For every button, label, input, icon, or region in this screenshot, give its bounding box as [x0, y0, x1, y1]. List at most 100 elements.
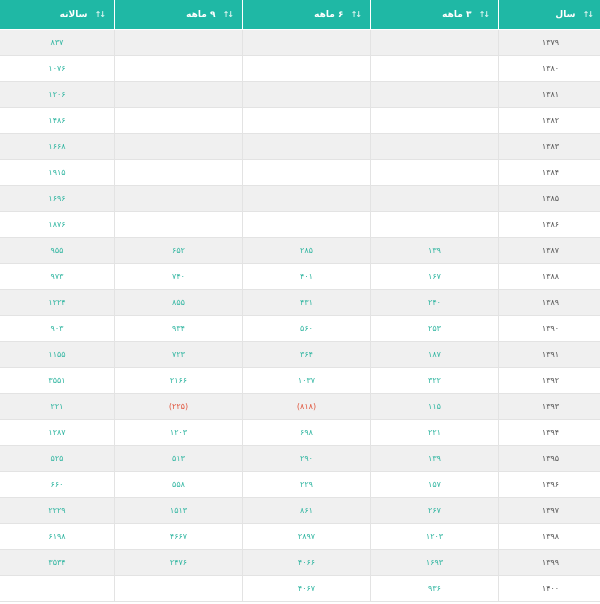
value-9-month-cell: ۲۴۷۶ — [114, 550, 242, 576]
value-3-month-cell — [370, 186, 498, 212]
value-6-month-cell: ۴۳۱ — [242, 290, 370, 316]
value-annual-cell: ۶۶۰ — [0, 472, 114, 498]
table-row: ۱۴۰۰ ۹۳۶ ۴۰۶۷ — [0, 576, 600, 602]
table-row: ۱۳۸۶ ۱۸۷۶ — [0, 212, 600, 238]
year-cell: ۱۳۸۳ — [498, 134, 600, 160]
column-header-9-month[interactable]: ↓↑ ۹ ماهه — [114, 0, 242, 30]
value-3-month-cell: ۱۵۷ — [370, 472, 498, 498]
value-annual-cell: ۱۲۸۷ — [0, 420, 114, 446]
data-table: ↓↑ سال ↓↑ ۳ ماهه ↓↑ ۶ ماهه ↓↑ ۹ ماهه ↓↑ … — [0, 0, 600, 602]
table-row: ۱۳۸۵ ۱۶۹۶ — [0, 186, 600, 212]
value-6-month-cell: ۵۶۰ — [242, 316, 370, 342]
column-header-6-month[interactable]: ↓↑ ۶ ماهه — [242, 0, 370, 30]
column-header-3-month[interactable]: ↓↑ ۳ ماهه — [370, 0, 498, 30]
value-annual-cell: ۹۷۳ — [0, 264, 114, 290]
table-row: ۱۳۹۷ ۲۶۷ ۸۶۱ ۱۵۱۳ ۲۲۲۹ — [0, 498, 600, 524]
value-annual-cell: ۱۶۶۸ — [0, 134, 114, 160]
year-cell: ۱۳۷۹ — [498, 30, 600, 56]
sort-icon[interactable]: ↓↑ — [95, 10, 106, 19]
value-6-month-cell — [242, 108, 370, 134]
value-9-month-cell — [114, 576, 242, 602]
sort-icon[interactable]: ↓↑ — [583, 10, 594, 19]
value-3-month-cell — [370, 30, 498, 56]
column-label-6-month: ۶ ماهه — [314, 9, 344, 20]
table-row: ۱۳۹۱ ۱۸۷ ۳۶۴ ۷۲۳ ۱۱۵۵ — [0, 342, 600, 368]
column-label-annual: سالانه — [59, 9, 88, 20]
value-6-month-cell — [242, 134, 370, 160]
value-annual-cell: ۲۲۲۹ — [0, 498, 114, 524]
column-header-year[interactable]: ↓↑ سال — [498, 0, 600, 30]
sort-icon[interactable]: ↓↑ — [479, 10, 490, 19]
sort-icon[interactable]: ↓↑ — [351, 10, 362, 19]
value-9-month-cell — [114, 82, 242, 108]
value-annual-cell: ۱۴۸۶ — [0, 108, 114, 134]
value-3-month-cell: ۱۲۰۳ — [370, 524, 498, 550]
value-3-month-cell: ۹۳۶ — [370, 576, 498, 602]
value-9-month-cell: ۲۱۶۶ — [114, 368, 242, 394]
value-annual-cell: ۱۸۷۶ — [0, 212, 114, 238]
column-label-3-month: ۳ ماهه — [442, 9, 472, 20]
value-3-month-cell: ۱۶۷ — [370, 264, 498, 290]
value-6-month-cell: ۸۶۱ — [242, 498, 370, 524]
value-annual-cell: ۱۰۷۶ — [0, 56, 114, 82]
year-cell: ۱۳۸۰ — [498, 56, 600, 82]
value-6-month-cell: ۲۸۹۷ — [242, 524, 370, 550]
table-row: ۱۳۸۴ ۱۹۱۵ — [0, 160, 600, 186]
value-annual-cell: ۱۹۱۵ — [0, 160, 114, 186]
table-body: ۱۳۷۹ ۸۳۷ ۱۳۸۰ ۱۰۷۶ ۱۳۸۱ ۱۲۰۶ ۱۳۸۲ ۱۴۸۶ ۱۳۸۳ ۱۶۶۸ ۱… — [0, 30, 600, 602]
value-9-month-cell: (۲۲۵) — [114, 394, 242, 420]
value-9-month-cell: ۶۵۲ — [114, 238, 242, 264]
year-cell: ۱۳۹۸ — [498, 524, 600, 550]
value-annual-cell: ۵۲۵ — [0, 446, 114, 472]
year-cell: ۱۳۸۴ — [498, 160, 600, 186]
table-row: ۱۳۹۳ ۱۱۵ (۸۱۸) (۲۲۵) ۲۲۱ — [0, 394, 600, 420]
value-3-month-cell — [370, 108, 498, 134]
value-9-month-cell — [114, 56, 242, 82]
year-cell: ۱۳۹۹ — [498, 550, 600, 576]
value-6-month-cell — [242, 30, 370, 56]
sort-icon[interactable]: ↓↑ — [223, 10, 234, 19]
value-9-month-cell — [114, 186, 242, 212]
year-cell: ۱۳۹۶ — [498, 472, 600, 498]
table-row: ۱۳۹۵ ۱۳۹ ۲۹۰ ۵۱۳ ۵۲۵ — [0, 446, 600, 472]
value-6-month-cell: ۳۶۴ — [242, 342, 370, 368]
year-cell: ۱۳۸۱ — [498, 82, 600, 108]
value-9-month-cell — [114, 30, 242, 56]
value-9-month-cell — [114, 160, 242, 186]
value-3-month-cell — [370, 56, 498, 82]
value-3-month-cell: ۱۳۹ — [370, 446, 498, 472]
table-row: ۱۳۸۹ ۲۴۰ ۴۳۱ ۸۵۵ ۱۲۲۴ — [0, 290, 600, 316]
value-3-month-cell: ۲۶۷ — [370, 498, 498, 524]
value-6-month-cell: ۱۰۳۷ — [242, 368, 370, 394]
table-row: ۱۳۸۱ ۱۲۰۶ — [0, 82, 600, 108]
value-6-month-cell: ۲۹۰ — [242, 446, 370, 472]
table-row: ۱۳۹۰ ۲۵۳ ۵۶۰ ۹۳۴ ۹۰۳ — [0, 316, 600, 342]
column-header-annual[interactable]: ↓↑ سالانه — [0, 0, 114, 30]
year-cell: ۱۳۸۸ — [498, 264, 600, 290]
table-row: ۱۳۷۹ ۸۳۷ — [0, 30, 600, 56]
value-6-month-cell — [242, 186, 370, 212]
value-6-month-cell — [242, 160, 370, 186]
value-6-month-cell: ۲۲۹ — [242, 472, 370, 498]
table-row: ۱۳۹۶ ۱۵۷ ۲۲۹ ۵۵۸ ۶۶۰ — [0, 472, 600, 498]
value-3-month-cell: ۳۲۲ — [370, 368, 498, 394]
value-6-month-cell: ۴۰۱ — [242, 264, 370, 290]
table-row: ۱۳۸۷ ۱۳۹ ۲۸۵ ۶۵۲ ۹۵۵ — [0, 238, 600, 264]
table-row: ۱۳۹۸ ۱۲۰۳ ۲۸۹۷ ۴۶۶۷ ۶۱۹۸ — [0, 524, 600, 550]
value-9-month-cell: ۷۴۰ — [114, 264, 242, 290]
value-3-month-cell: ۲۴۰ — [370, 290, 498, 316]
year-cell: ۱۳۸۹ — [498, 290, 600, 316]
table-row: ۱۳۸۸ ۱۶۷ ۴۰۱ ۷۴۰ ۹۷۳ — [0, 264, 600, 290]
value-annual-cell: ۱۲۰۶ — [0, 82, 114, 108]
year-cell: ۱۳۸۶ — [498, 212, 600, 238]
value-9-month-cell: ۹۳۴ — [114, 316, 242, 342]
table-row: ۱۳۸۲ ۱۴۸۶ — [0, 108, 600, 134]
year-cell: ۱۳۹۰ — [498, 316, 600, 342]
value-annual-cell: ۳۵۵۱ — [0, 368, 114, 394]
value-3-month-cell: ۲۵۳ — [370, 316, 498, 342]
value-9-month-cell — [114, 212, 242, 238]
year-cell: ۱۳۸۵ — [498, 186, 600, 212]
value-9-month-cell — [114, 108, 242, 134]
value-annual-cell: ۶۱۹۸ — [0, 524, 114, 550]
value-9-month-cell: ۷۲۳ — [114, 342, 242, 368]
